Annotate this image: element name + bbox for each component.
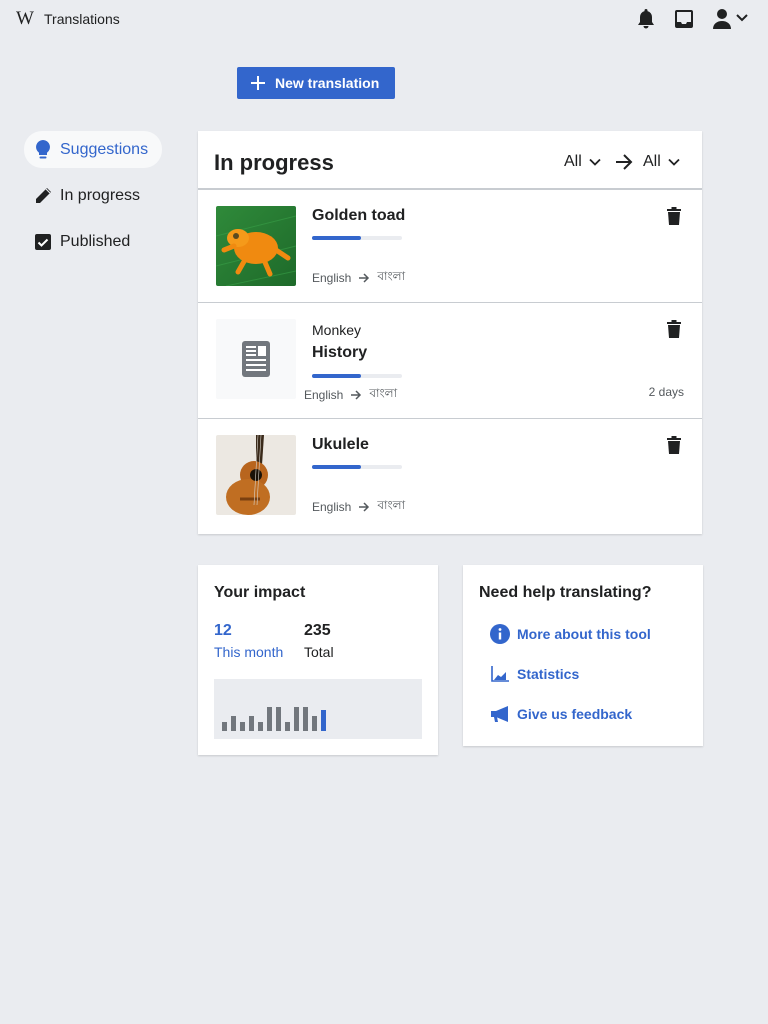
chevron-down-icon	[668, 158, 680, 166]
feedback-link[interactable]: Give us feedback	[490, 704, 632, 724]
info-icon	[490, 624, 510, 644]
sidebar-item-suggestions[interactable]: Suggestions	[24, 131, 162, 168]
arrow-right-icon	[359, 502, 370, 512]
chart-bar-10	[303, 707, 308, 731]
impact-chart	[214, 679, 422, 739]
article-title: Golden toad	[312, 207, 406, 224]
wikipedia-logo[interactable]: W	[16, 8, 34, 30]
section-title: In progress	[214, 150, 334, 175]
last-updated: 2 days	[648, 385, 684, 399]
chart-bar-12	[321, 710, 326, 731]
chart-bar-1	[222, 722, 227, 731]
article-placeholder-icon	[242, 341, 270, 377]
chart-bar-5	[258, 722, 263, 731]
source-language: English	[312, 271, 352, 285]
article-title: History	[312, 344, 368, 361]
translation-row[interactable]: Monkey History English বাংলা 2 days	[198, 303, 702, 419]
source-language: English	[304, 388, 344, 402]
impact-card: Your impact 12 This month 235 Total	[198, 565, 438, 755]
sidebar-item-label: Published	[60, 232, 131, 250]
trash-icon[interactable]	[666, 320, 682, 338]
app-title: Translations	[44, 11, 120, 27]
target-language: বাংলা	[377, 498, 406, 512]
top-bar: W Translations	[0, 0, 768, 38]
source-language-filter[interactable]: All	[564, 153, 601, 171]
translation-progress-bar	[312, 374, 402, 378]
article-placeholder-thumbnail	[216, 319, 296, 399]
source-language: English	[312, 500, 352, 514]
plus-icon	[251, 76, 265, 90]
link-label: Give us feedback	[517, 706, 633, 722]
sidebar-item-label: In progress	[60, 186, 141, 204]
link-label: More about this tool	[517, 626, 651, 642]
sidebar-item-label: Suggestions	[60, 140, 149, 158]
arrow-right-icon	[359, 273, 370, 283]
more-about-tool-link[interactable]: More about this tool	[490, 624, 651, 644]
trash-icon[interactable]	[666, 436, 682, 454]
impact-title: Your impact	[214, 584, 306, 601]
chevron-down-icon	[589, 158, 601, 166]
impact-bar-chart	[222, 707, 326, 731]
progress-fill	[312, 236, 361, 240]
sidebar-item-in-progress[interactable]: In progress	[24, 177, 174, 214]
this-month-label: This month	[214, 644, 284, 660]
help-title: Need help translating?	[479, 584, 652, 601]
chart-icon	[490, 664, 510, 684]
language-pair: English বাংলা	[304, 385, 397, 405]
translation-progress-bar	[312, 465, 402, 469]
total-count: 235	[304, 622, 331, 639]
translation-progress-bar	[312, 236, 402, 240]
article-subtitle: Monkey	[312, 322, 362, 338]
this-month-count: 12	[214, 622, 232, 639]
pencil-icon	[34, 187, 52, 205]
golden-toad-image	[216, 206, 296, 286]
help-card: Need help translating? More about this t…	[463, 565, 703, 746]
translation-row[interactable]: Ukulele English বাংলা	[198, 419, 702, 532]
chevron-down-icon[interactable]	[735, 11, 749, 25]
translation-row[interactable]: Golden toad English বাংলা	[198, 190, 702, 303]
inbox-icon[interactable]	[673, 8, 695, 30]
link-label: Statistics	[517, 666, 580, 682]
checkbox-icon	[34, 233, 52, 251]
target-language: বাংলা	[369, 386, 398, 400]
new-translation-label: New translation	[275, 75, 380, 91]
article-title: Ukulele	[312, 436, 369, 453]
target-filter-value: All	[643, 153, 661, 170]
chart-bar-6	[267, 707, 272, 731]
chart-bar-7	[276, 707, 281, 731]
arrow-right-icon	[351, 390, 362, 400]
chart-bar-2	[231, 716, 236, 731]
bell-icon[interactable]	[635, 8, 657, 30]
chart-bar-11	[312, 716, 317, 731]
user-icon[interactable]	[711, 8, 733, 30]
sidebar-nav: Suggestions In progress Published	[24, 131, 174, 269]
language-pair: English বাংলা	[312, 497, 405, 517]
chart-bar-9	[294, 707, 299, 731]
statistics-link[interactable]: Statistics	[490, 664, 579, 684]
total-label: Total	[304, 644, 334, 660]
megaphone-icon	[490, 704, 510, 724]
chart-bar-3	[240, 722, 245, 731]
in-progress-header: In progress All All	[198, 131, 702, 190]
lightbulb-icon	[34, 139, 52, 159]
arrow-right-icon	[616, 154, 633, 170]
trash-icon[interactable]	[666, 207, 682, 225]
language-pair: English বাংলা	[312, 268, 405, 288]
target-language-filter[interactable]: All	[643, 153, 680, 171]
chart-bar-4	[249, 716, 254, 731]
new-translation-button[interactable]: New translation	[237, 67, 395, 99]
ukulele-image	[216, 435, 296, 515]
sidebar-item-published[interactable]: Published	[24, 223, 174, 260]
source-filter-value: All	[564, 153, 582, 170]
target-language: বাংলা	[377, 269, 406, 283]
progress-fill	[312, 374, 361, 378]
in-progress-card: In progress All All Golden toad English …	[198, 131, 702, 534]
progress-fill	[312, 465, 361, 469]
chart-bar-8	[285, 722, 290, 731]
